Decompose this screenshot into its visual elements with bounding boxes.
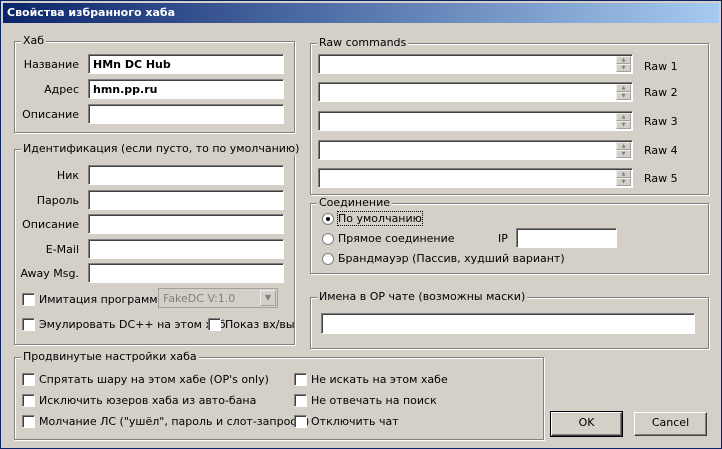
ip-field[interactable] bbox=[516, 228, 617, 248]
disable-chat-label: Отключить чат bbox=[311, 415, 399, 428]
raw-4-label: Raw 4 bbox=[644, 144, 678, 157]
hide-share-label: Спрятать шару на этом хабе (OP's only) bbox=[39, 373, 269, 386]
user-description-label: Описание bbox=[22, 218, 79, 231]
hub-name-field[interactable]: HMn DC Hub bbox=[88, 54, 284, 74]
raw-2-spinner[interactable]: ▲ ▼ bbox=[616, 84, 631, 100]
no-search-label: Не искать на этом хабе bbox=[311, 373, 448, 386]
show-joins-checkbox[interactable] bbox=[208, 318, 221, 331]
client-select[interactable]: FakeDC V:1.0 ▼ bbox=[158, 288, 278, 308]
password-label: Пароль bbox=[36, 194, 79, 207]
hide-share-checkbox[interactable] bbox=[22, 373, 35, 386]
no-search-checkbox[interactable] bbox=[294, 373, 307, 386]
radio-selected-dot bbox=[326, 217, 330, 221]
advanced-legend: Продвинутые настройки хаба bbox=[21, 350, 199, 363]
connection-default-label: По умолчанию bbox=[337, 211, 423, 226]
raw-1-field[interactable]: ▲ ▼ bbox=[318, 54, 633, 74]
raw-1-spinner[interactable]: ▲ ▼ bbox=[616, 56, 631, 72]
away-label: Away Msg. bbox=[20, 267, 79, 280]
connection-legend: Соединение bbox=[317, 196, 393, 209]
ip-label: IP bbox=[498, 232, 508, 245]
hub-name-label: Название bbox=[23, 58, 79, 71]
emulate-client-checkbox[interactable] bbox=[22, 293, 35, 306]
chevron-down-icon: ▼ bbox=[260, 290, 276, 306]
raw-4-spinner[interactable]: ▲ ▼ bbox=[616, 142, 631, 158]
connection-direct-radio[interactable] bbox=[322, 233, 334, 245]
raw-3-label: Raw 3 bbox=[644, 115, 678, 128]
raw-4-field[interactable]: ▲ ▼ bbox=[318, 140, 633, 160]
raw-3-field[interactable]: ▲ ▼ bbox=[318, 111, 633, 131]
email-label: E-Mail bbox=[45, 243, 79, 256]
identity-legend: Идентификация (если пусто, то по умолчан… bbox=[21, 142, 302, 155]
connection-firewall-radio[interactable] bbox=[322, 253, 334, 265]
raw-2-label: Raw 2 bbox=[644, 86, 678, 99]
ok-button[interactable]: OK bbox=[550, 411, 623, 437]
show-joins-label: Показ вх/вы bbox=[225, 318, 295, 331]
hub-description-field[interactable] bbox=[88, 104, 284, 124]
hub-description-label: Описание bbox=[22, 108, 79, 121]
raw-3-spinner[interactable]: ▲ ▼ bbox=[616, 113, 631, 129]
hub-legend: Хаб bbox=[21, 34, 47, 47]
connection-default-radio[interactable] bbox=[322, 213, 334, 225]
hub-address-label: Адрес bbox=[44, 83, 79, 96]
raw-2-field[interactable]: ▲ ▼ bbox=[318, 82, 633, 102]
nick-field[interactable] bbox=[88, 165, 284, 185]
email-field[interactable] bbox=[88, 239, 284, 259]
raw-1-label: Raw 1 bbox=[644, 60, 678, 73]
emulate-dcpp-label: Эмулировать DC++ на этом хаб bbox=[39, 318, 226, 331]
raw-5-spinner[interactable]: ▲ ▼ bbox=[616, 170, 631, 186]
away-field[interactable] bbox=[88, 263, 284, 283]
raw-5-field[interactable]: ▲ ▼ bbox=[318, 168, 633, 188]
client-select-value: FakeDC V:1.0 bbox=[163, 292, 236, 305]
connection-direct-label: Прямое соединение bbox=[338, 232, 455, 245]
op-chat-legend: Имена в OP чате (возможны маски) bbox=[317, 290, 528, 303]
emulate-dcpp-checkbox[interactable] bbox=[22, 318, 35, 331]
silence-pm-checkbox[interactable] bbox=[22, 415, 35, 428]
emulate-client-label: Имитация программы bbox=[39, 293, 167, 306]
window-title: Свойства избранного хаба bbox=[3, 3, 719, 23]
hub-properties-dialog: Свойства избранного хаба Хаб Название HM… bbox=[0, 0, 722, 449]
password-field[interactable] bbox=[88, 190, 284, 210]
cancel-button[interactable]: Cancel bbox=[634, 412, 707, 436]
disable-chat-checkbox[interactable] bbox=[294, 415, 307, 428]
no-reply-search-checkbox[interactable] bbox=[294, 394, 307, 407]
nick-label: Ник bbox=[56, 169, 79, 182]
raw-5-label: Raw 5 bbox=[644, 172, 678, 185]
hub-address-field[interactable]: hmn.pp.ru bbox=[88, 79, 284, 99]
connection-firewall-label: Брандмауэр (Пассив, худший вариант) bbox=[338, 252, 565, 265]
exclude-users-checkbox[interactable] bbox=[22, 394, 35, 407]
silence-pm-label: Молчание ЛС ("ушёл", пароль и слот-запро… bbox=[39, 415, 310, 428]
raw-commands-legend: Raw commands bbox=[317, 36, 409, 49]
user-description-field[interactable] bbox=[88, 214, 284, 234]
no-reply-search-label: Не отвечать на поиск bbox=[311, 394, 437, 407]
exclude-users-label: Исключить юзеров хаба из авто-бана bbox=[39, 394, 257, 407]
op-chat-field[interactable] bbox=[321, 313, 695, 334]
